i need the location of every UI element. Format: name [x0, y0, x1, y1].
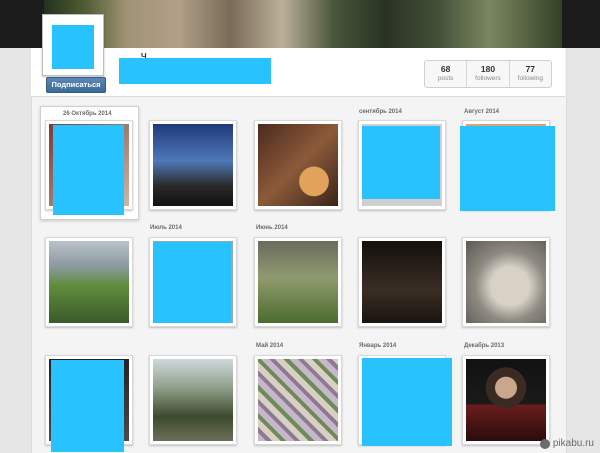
photo-tile[interactable]: [462, 237, 550, 327]
photo-tile[interactable]: [254, 355, 342, 445]
watermark-text: pikabu.ru: [552, 438, 594, 449]
photo-image: [153, 359, 233, 441]
cover-shade: [44, 0, 562, 48]
photo-tile[interactable]: [462, 355, 550, 445]
photo-redaction: [460, 126, 555, 211]
cover-image: [44, 0, 562, 48]
stat-posts[interactable]: 68 posts: [425, 61, 468, 87]
watermark: pikabu.ru: [539, 438, 594, 449]
date-label-jun2014: Июнь 2014: [256, 225, 288, 231]
stat-followers-label: followers: [475, 75, 501, 82]
photo-tile[interactable]: [45, 237, 133, 327]
date-label-jul2014: Июль 2014: [150, 225, 182, 231]
photo-image: [49, 241, 129, 323]
photo-image: [258, 241, 338, 323]
photo-redaction: [153, 242, 231, 323]
photo-image: [362, 241, 442, 323]
stat-following-value: 77: [525, 64, 536, 74]
date-label-may2014: Май 2014: [256, 343, 284, 349]
avatar-redaction: [52, 25, 94, 69]
photo-redaction: [362, 126, 440, 199]
date-label-aug2014: Август 2014: [464, 109, 499, 115]
photo-tile[interactable]: [149, 120, 237, 210]
stat-following-label: following: [517, 75, 543, 82]
photo-image: [258, 359, 338, 441]
date-label-dec2013: Декабрь 2013: [464, 343, 505, 349]
follow-button[interactable]: Подписаться: [46, 77, 106, 93]
date-label-oct2014: 26 Октябрь 2014: [63, 111, 112, 117]
stat-posts-value: 68: [440, 64, 451, 74]
photo-tile[interactable]: [254, 120, 342, 210]
stat-posts-label: posts: [437, 75, 454, 82]
stat-followers-value: 180: [480, 64, 496, 74]
photo-image: [153, 124, 233, 206]
pikabu-logo-icon: [539, 438, 550, 449]
photo-redaction: [362, 358, 452, 446]
photo-redaction: [51, 360, 124, 452]
photo-tile[interactable]: [358, 237, 446, 327]
date-label-jan2014: Январь 2014: [359, 343, 397, 349]
stat-followers[interactable]: 180 followers: [467, 61, 510, 87]
date-label-sep2014: сентябрь 2014: [359, 109, 402, 115]
photo-image: [258, 124, 338, 206]
photo-redaction: [53, 125, 124, 215]
profile-stats: 68 posts 180 followers 77 following: [424, 60, 552, 88]
photo-image: [466, 359, 546, 441]
photo-tile[interactable]: [254, 237, 342, 327]
avatar[interactable]: [42, 14, 104, 76]
photo-tile[interactable]: [149, 355, 237, 445]
profile-name-redaction: [119, 58, 271, 84]
stat-following[interactable]: 77 following: [510, 61, 551, 87]
photo-image: [466, 241, 546, 323]
